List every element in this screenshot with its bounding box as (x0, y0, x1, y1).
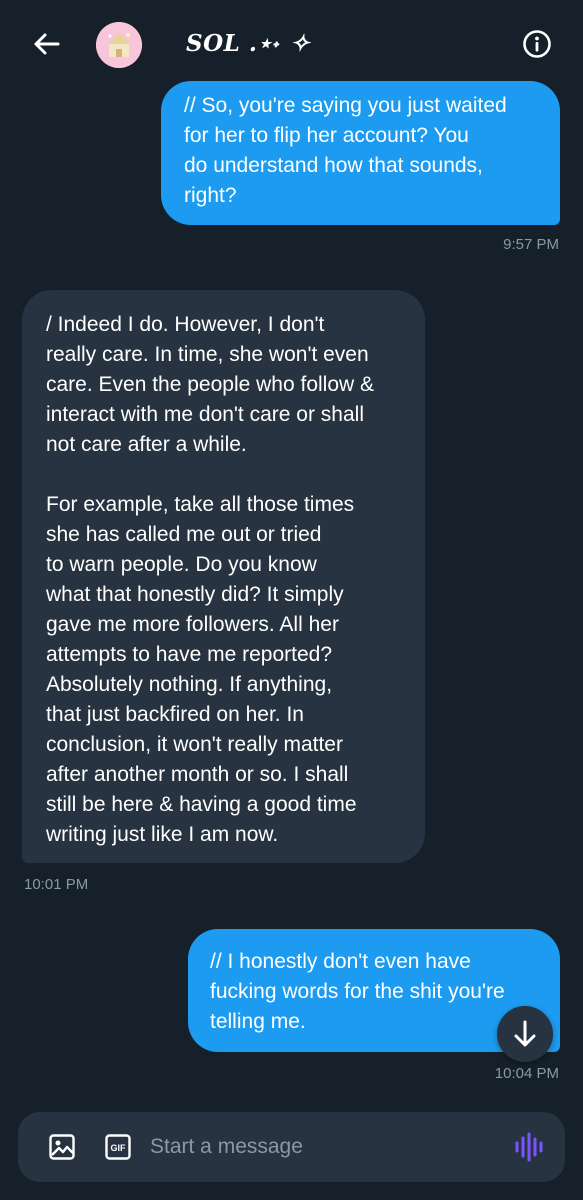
back-button[interactable] (30, 27, 64, 61)
conversation-title[interactable]: SOL .⋆˖ ✧ (186, 30, 310, 57)
message-input[interactable] (150, 1126, 490, 1168)
svg-text:GIF: GIF (111, 1143, 127, 1153)
add-gif-button[interactable]: GIF (104, 1133, 132, 1161)
info-circle-icon (523, 30, 551, 58)
image-icon (49, 1134, 75, 1160)
message-bubble-incoming[interactable]: / Indeed I do. However, I don't really c… (22, 290, 425, 863)
avatar-image (96, 22, 142, 68)
message-timestamp: 9:57 PM (503, 236, 559, 253)
conversation-header: SOL .⋆˖ ✧ (0, 0, 583, 88)
gif-icon: GIF (105, 1134, 131, 1160)
message-timestamp: 10:01 PM (24, 876, 89, 893)
message-bubble-outgoing[interactable]: // So, you're saying you just waited for… (161, 81, 560, 225)
info-button[interactable] (522, 29, 552, 59)
arrow-left-icon (34, 33, 60, 55)
voice-message-button[interactable] (513, 1131, 545, 1163)
message-composer: GIF (18, 1112, 565, 1182)
scroll-to-bottom-button[interactable] (497, 1006, 553, 1062)
dm-conversation-screen: SOL .⋆˖ ✧ // So, you're saying you just … (0, 0, 583, 1200)
add-photo-button[interactable] (48, 1133, 76, 1161)
audio-waveform-icon (515, 1132, 543, 1162)
arrow-down-icon (514, 1020, 536, 1047)
message-timestamp: 10:04 PM (494, 1065, 559, 1082)
avatar[interactable] (96, 22, 142, 68)
